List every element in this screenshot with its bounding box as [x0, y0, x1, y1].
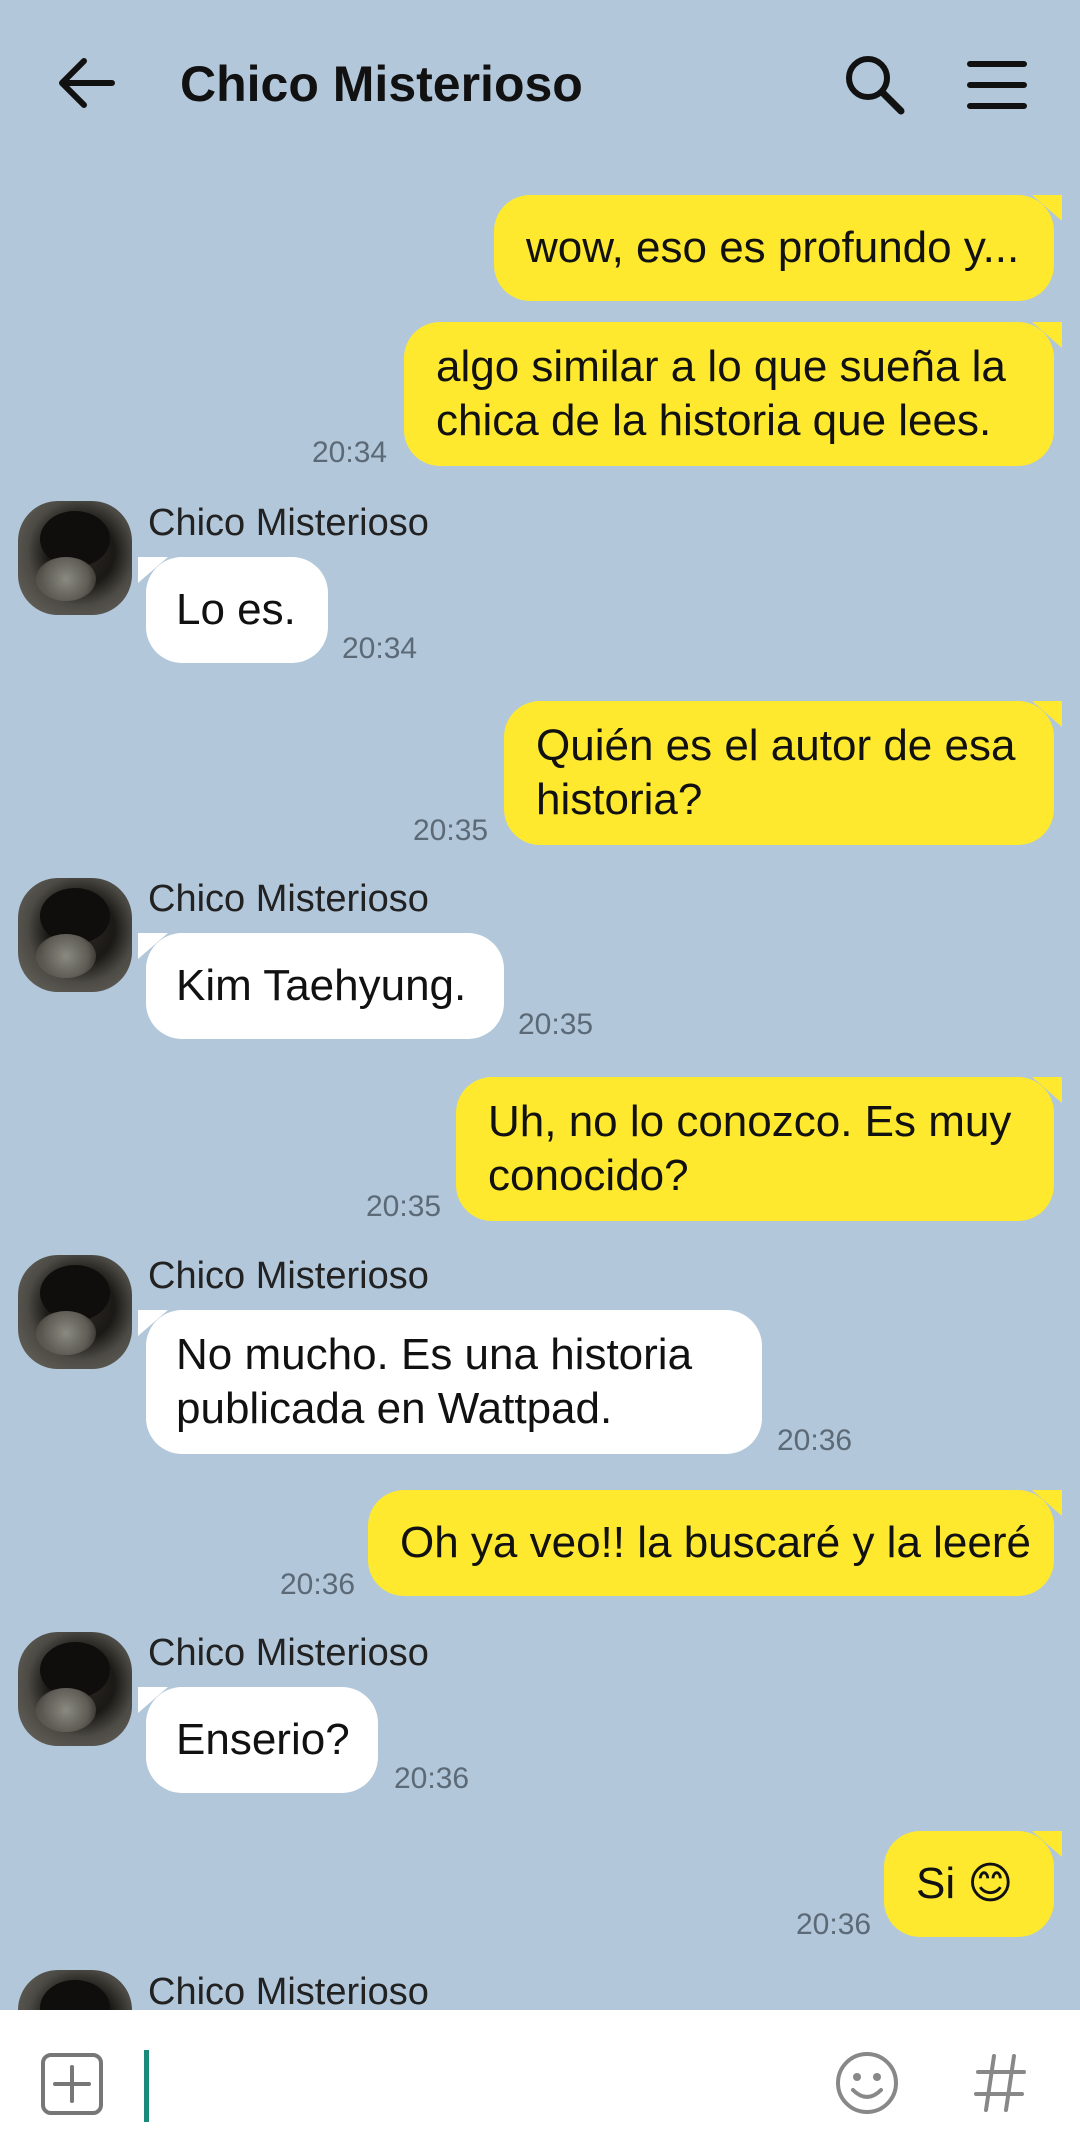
composer-bar [0, 2010, 1080, 2148]
message-time: 20:35 [413, 814, 489, 847]
chat-header: Chico Misterioso [0, 0, 1080, 165]
hashtag-icon [974, 2054, 1026, 2112]
sender-name: Chico Misterioso [148, 502, 429, 544]
outgoing-message[interactable]: wow, eso es profundo y... [494, 195, 1062, 301]
message-line: Oh ya veo!! la buscaré y la leeré [400, 1518, 1031, 1567]
message-time: 20:36 [394, 1762, 470, 1795]
sender-name: Chico Misterioso [148, 1255, 429, 1297]
message-time: 20:34 [342, 632, 418, 665]
incoming-message[interactable]: Kim Taehyung. [138, 933, 504, 1039]
avatar[interactable] [18, 501, 132, 615]
smiley-icon [836, 2052, 898, 2114]
avatar[interactable] [18, 878, 132, 992]
message-time: 20:34 [312, 436, 388, 469]
plus-square-icon [41, 2053, 103, 2115]
outgoing-message[interactable]: Oh ya veo!! la buscaré y la leeré [368, 1490, 1062, 1596]
message-time: 20:36 [777, 1424, 853, 1457]
attach-button[interactable] [40, 2052, 104, 2116]
message-time: 20:36 [796, 1908, 872, 1941]
message-line: algo similar a lo que sueña la [436, 342, 1006, 391]
emoji-button[interactable] [834, 2050, 900, 2116]
message-line: Quién es el autor de esa [536, 721, 1016, 770]
message-line: publicada en Wattpad. [176, 1384, 613, 1433]
incoming-message[interactable]: Lo es. [138, 557, 328, 663]
message-time: 20:36 [280, 1568, 356, 1601]
sender-name: Chico Misterioso [148, 1971, 429, 2010]
outgoing-message[interactable]: algo similar a lo que sueña la chica de … [404, 322, 1062, 466]
message-line: Uh, no lo conozco. Es muy [488, 1097, 1012, 1146]
arrow-left-icon [59, 58, 115, 108]
incoming-message[interactable]: No mucho. Es una historia publicada en W… [138, 1310, 762, 1454]
avatar[interactable] [18, 1632, 132, 1746]
hamburger-menu-icon [967, 61, 1027, 109]
message-line: chica de la historia que lees. [436, 396, 992, 445]
avatar[interactable] [18, 1255, 132, 1369]
message-line: Lo es. [176, 585, 296, 634]
outgoing-message[interactable]: Uh, no lo conozco. Es muy conocido? [456, 1077, 1062, 1221]
hashtag-button[interactable] [972, 2050, 1028, 2116]
sender-name: Chico Misterioso [148, 878, 429, 920]
message-line: No mucho. Es una historia [176, 1330, 693, 1379]
chat-title: Chico Misterioso [180, 56, 583, 112]
message-line: Kim Taehyung. [176, 961, 467, 1010]
message-time: 20:35 [518, 1008, 594, 1041]
search-button[interactable] [842, 52, 908, 118]
message-input[interactable] [152, 2040, 802, 2130]
search-icon [846, 56, 905, 115]
back-button[interactable] [50, 50, 124, 116]
message-list[interactable]: wow, eso es profundo y... algo similar a… [0, 165, 1080, 2010]
message-line: conocido? [488, 1151, 689, 1200]
message-line: Si 😊 [916, 1859, 1014, 1908]
message-time: 20:35 [366, 1190, 442, 1223]
outgoing-message[interactable]: Si 😊 [884, 1831, 1062, 1937]
avatar[interactable] [18, 1970, 132, 2010]
message-line: Enserio? [176, 1715, 350, 1764]
incoming-message[interactable]: Enserio? [138, 1687, 378, 1793]
sender-name: Chico Misterioso [148, 1632, 429, 1674]
menu-button[interactable] [964, 52, 1030, 118]
message-line: wow, eso es profundo y... [526, 223, 1020, 272]
outgoing-message[interactable]: Quién es el autor de esa historia? [504, 701, 1062, 845]
text-cursor [144, 2050, 149, 2122]
message-line: historia? [536, 775, 703, 824]
